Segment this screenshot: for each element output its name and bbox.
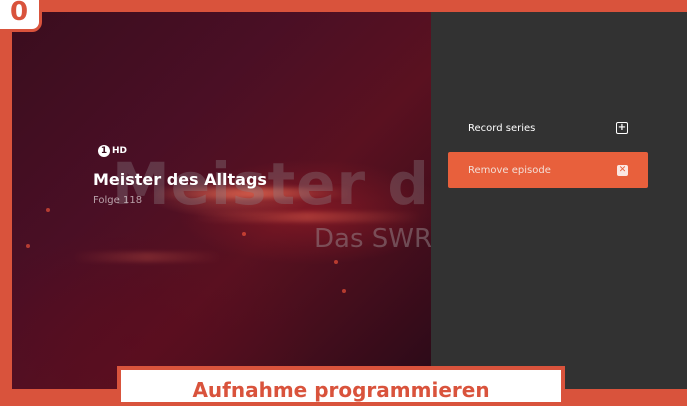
light-streak: [72, 252, 222, 262]
channel-logo: 1 HD: [98, 145, 127, 157]
episode-label: Folge 118: [93, 195, 143, 206]
remove-episode-icon: ✕: [617, 164, 628, 176]
video-preview: Meister des A Das SWR 1 HD Meister des A…: [12, 12, 431, 389]
light-dot: [342, 289, 346, 293]
hd-badge: HD: [112, 146, 128, 156]
tv-screen: Meister des A Das SWR 1 HD Meister des A…: [12, 12, 687, 389]
channel-1-icon: 1: [98, 145, 110, 157]
remove-episode-button[interactable]: Remove episode ✕: [448, 152, 648, 188]
caption-banner: Aufnahme programmieren: [117, 366, 565, 406]
remove-episode-label: Remove episode: [468, 164, 551, 176]
step-number-badge: 0: [0, 0, 42, 32]
recording-options-panel: Record series + Remove episode ✕: [431, 12, 687, 389]
record-series-button[interactable]: Record series +: [448, 110, 648, 146]
program-title: Meister des Alltags: [93, 170, 267, 189]
light-dot: [46, 208, 50, 212]
record-series-icon: +: [616, 122, 628, 134]
light-dot: [242, 232, 246, 236]
light-dot: [26, 244, 30, 248]
video-background-subtitle: Das SWR: [314, 224, 431, 254]
light-dot: [334, 260, 338, 264]
record-series-label: Record series: [468, 122, 536, 134]
